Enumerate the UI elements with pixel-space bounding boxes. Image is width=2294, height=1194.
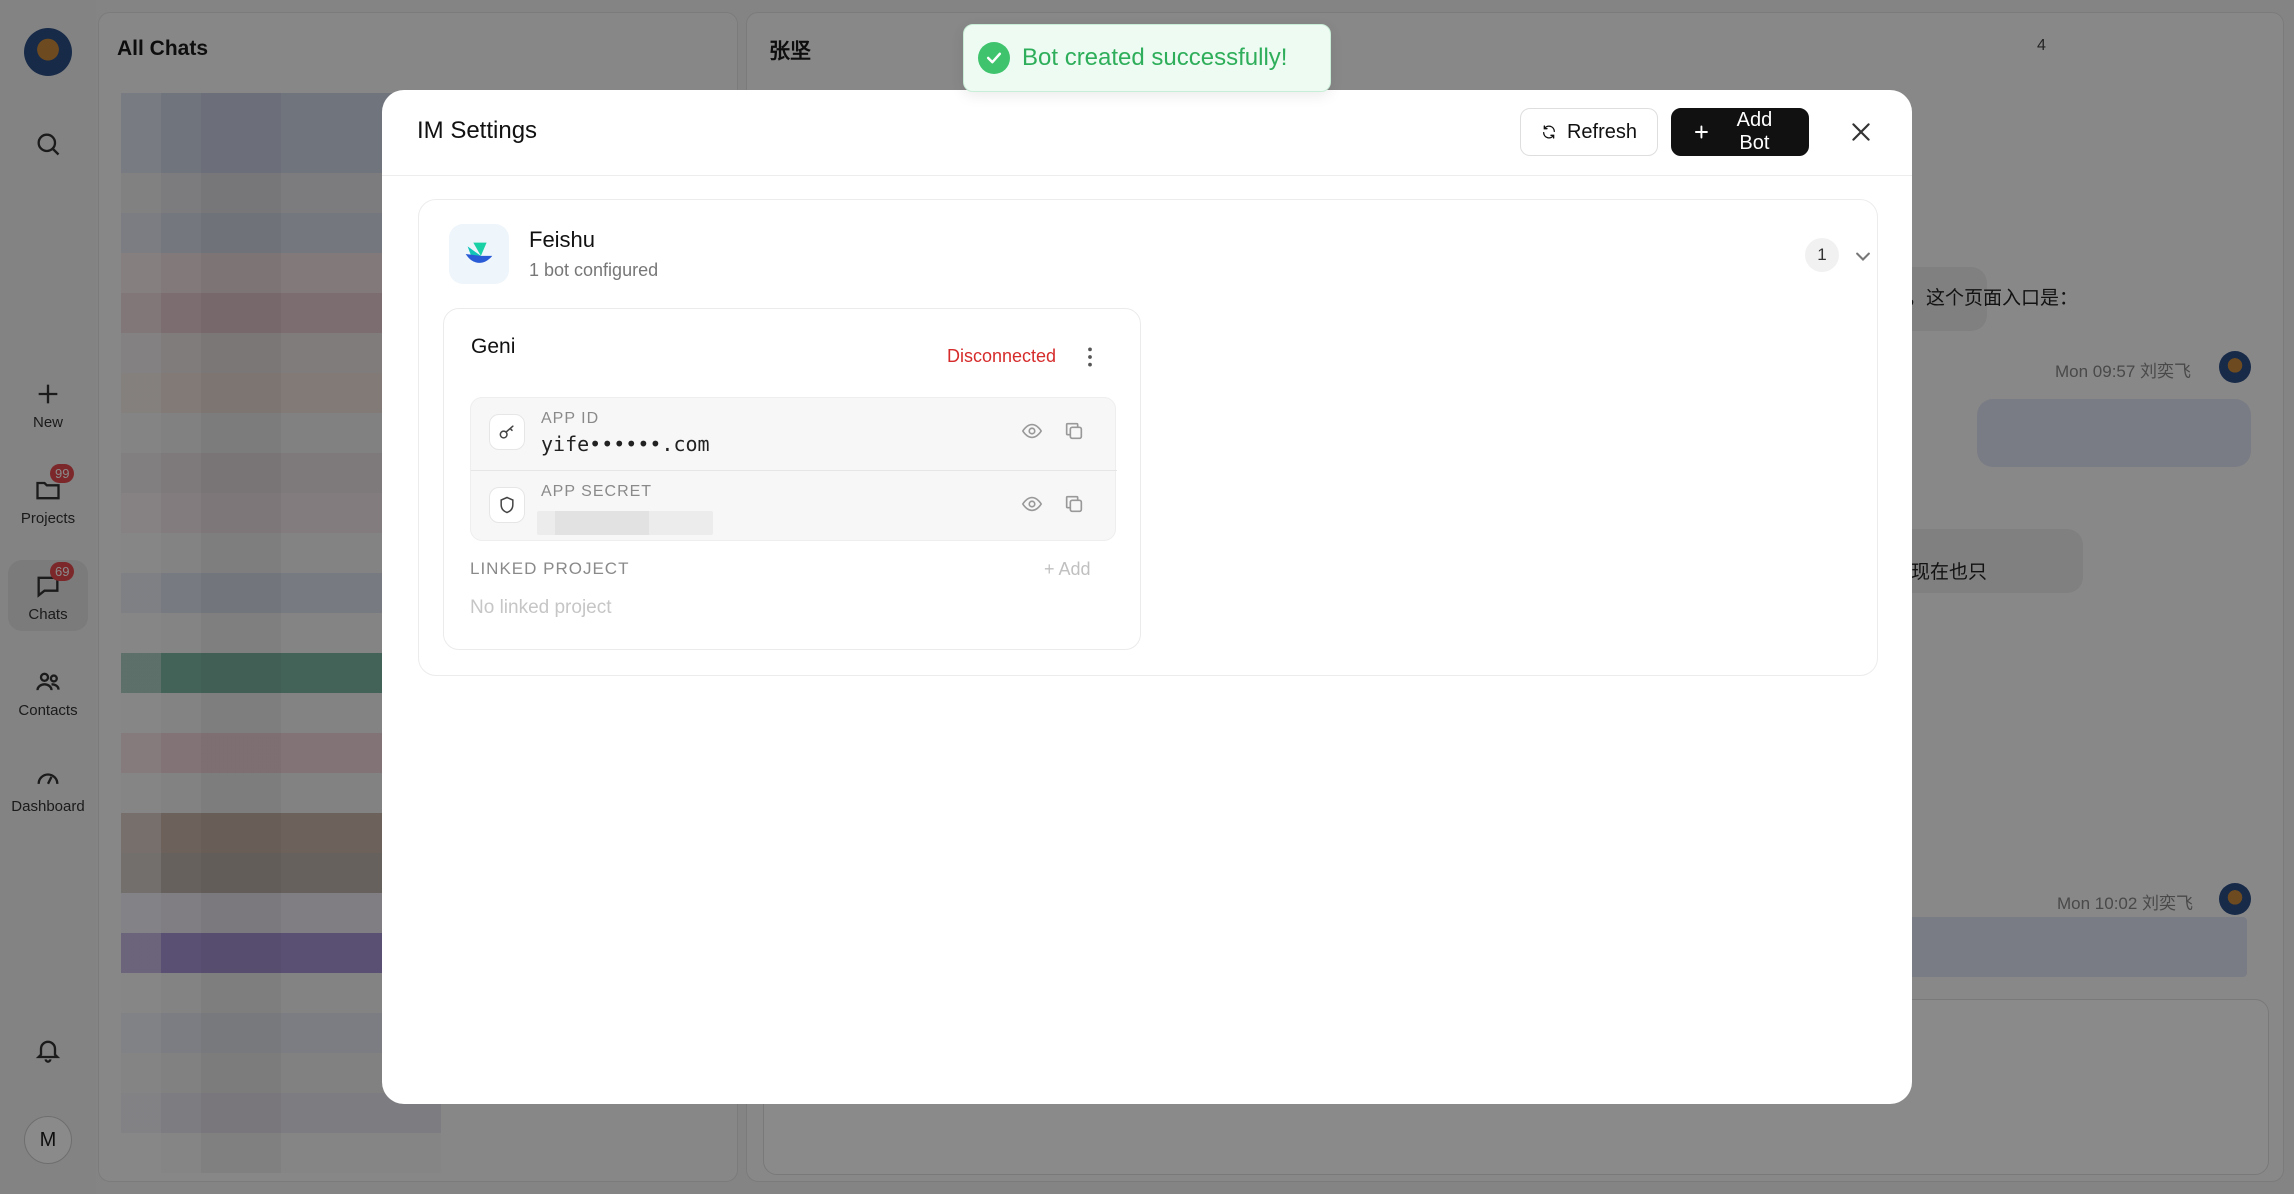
bot-name: Geni	[471, 335, 516, 358]
more-vertical-icon	[1088, 347, 1092, 367]
bot-more-menu-button[interactable]	[1076, 343, 1104, 371]
app-secret-copy-button[interactable]	[1063, 493, 1091, 521]
provider-subtitle: 1 bot configured	[529, 260, 659, 280]
eye-icon	[1021, 423, 1043, 439]
toast-message: Bot created successfully!	[1022, 44, 1288, 71]
app-id-label: APP ID	[541, 410, 600, 427]
app-id-icon-wrap	[489, 414, 525, 450]
bot-card: Geni Disconnected APP ID yife••••••.com	[443, 308, 1141, 650]
app-id-reveal-button[interactable]	[1021, 420, 1049, 448]
no-linked-project-text: No linked project	[470, 597, 612, 618]
shield-icon	[500, 496, 514, 514]
refresh-icon	[1542, 125, 1555, 139]
add-bot-button[interactable]: Add Bot	[1671, 108, 1809, 156]
copy-icon	[1065, 422, 1083, 440]
copy-icon	[1065, 495, 1083, 513]
bot-count-badge: 1	[1805, 238, 1839, 272]
add-bot-label: Add Bot	[1736, 109, 1773, 154]
feishu-logo	[449, 224, 509, 284]
app-id-value: yife••••••.com	[541, 432, 710, 456]
bot-status: Disconnected	[947, 346, 1057, 366]
chevron-down-icon	[1856, 252, 1870, 261]
provider-collapse-toggle[interactable]	[1849, 242, 1877, 270]
plus-icon	[1694, 125, 1708, 139]
success-toast: Bot created successfully!	[963, 24, 1331, 92]
app-secret-masked-value	[537, 511, 713, 535]
app-id-row: APP ID yife••••••.com	[471, 398, 1117, 470]
add-linked-project-button[interactable]: + Add	[1044, 559, 1091, 580]
key-icon	[499, 425, 514, 439]
app-secret-row: APP SECRET	[471, 470, 1117, 542]
app-secret-label: APP SECRET	[541, 483, 653, 500]
app-secret-icon-wrap	[489, 487, 525, 523]
im-settings-modal: IM Settings Refresh Add Bot Feishu 1 bot…	[382, 90, 1912, 1104]
toast-icon-wrap	[978, 42, 1010, 74]
linked-project-label: LINKED PROJECT	[470, 559, 630, 578]
modal-title: IM Settings	[417, 117, 538, 144]
refresh-button[interactable]: Refresh	[1520, 108, 1658, 156]
close-icon	[1852, 123, 1870, 141]
close-modal-button[interactable]	[1839, 110, 1883, 154]
credentials-box: APP ID yife••••••.com APP SECRET	[470, 397, 1117, 542]
provider-card-feishu: Feishu 1 bot configured 1 Geni Disconnec…	[418, 199, 1878, 676]
check-circle-icon	[986, 52, 1002, 64]
refresh-label: Refresh	[1566, 120, 1637, 143]
eye-icon	[1021, 496, 1043, 512]
feishu-logo-icon	[465, 242, 493, 263]
app-id-copy-button[interactable]	[1063, 420, 1091, 448]
app-secret-reveal-button[interactable]	[1021, 493, 1049, 521]
modal-header: IM Settings Refresh Add Bot	[382, 90, 1912, 176]
provider-name: Feishu	[529, 227, 596, 252]
